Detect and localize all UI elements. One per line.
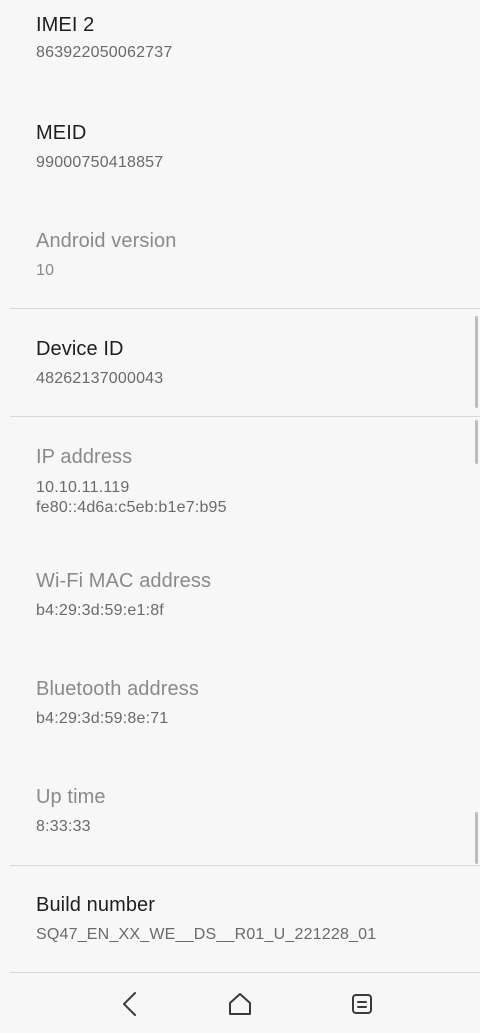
divider: [10, 308, 480, 309]
back-icon: [123, 992, 136, 1016]
item-value: 10: [36, 262, 55, 279]
item-value: 863922050062737: [36, 44, 173, 61]
list-item-meid[interactable]: MEID 99000750418857: [0, 120, 480, 173]
item-title: MEID: [36, 122, 87, 144]
item-title: Wi-Fi MAC address: [36, 570, 212, 592]
about-phone-screen: IMEI 2 863922050062737 MEID 990007504188…: [0, 0, 480, 1033]
list-item-ip-address[interactable]: IP address 10.10.11.119 fe80::4d6a:c5eb:…: [0, 444, 480, 518]
scrollbar-segment[interactable]: [475, 420, 478, 464]
item-title: Build number: [36, 894, 156, 916]
item-title: IP address: [36, 446, 133, 468]
item-value: SQ47_EN_XX_WE__DS__R01_U_221228_01: [36, 926, 377, 943]
item-title: Device ID: [36, 338, 124, 360]
navigation-bar: [0, 975, 480, 1033]
home-icon: [229, 993, 251, 1015]
item-value: b4:29:3d:59:e1:8f: [36, 602, 164, 619]
item-value: 10.10.11.119: [36, 479, 130, 496]
item-value: 48262137000043: [36, 370, 164, 387]
list-item-device-id[interactable]: Device ID 48262137000043: [0, 336, 480, 389]
scrollbar-segment[interactable]: [475, 812, 478, 864]
item-title: Bluetooth address: [36, 678, 199, 700]
item-title: Android version: [36, 230, 177, 252]
item-title: Up time: [36, 786, 106, 808]
item-title: IMEI 2: [36, 14, 95, 36]
list-item-imei2[interactable]: IMEI 2 863922050062737: [0, 12, 480, 63]
item-value-secondary: fe80::4d6a:c5eb:b1e7:b95: [36, 499, 227, 516]
divider: [10, 865, 480, 866]
list-item-wifi-mac[interactable]: Wi-Fi MAC address b4:29:3d:59:e1:8f: [0, 568, 480, 621]
home-button[interactable]: [200, 975, 280, 1033]
back-button[interactable]: [90, 975, 170, 1033]
list-item-android-version[interactable]: Android version 10: [0, 228, 480, 281]
item-value: 8:33:33: [36, 818, 91, 835]
list-item-build-number[interactable]: Build number SQ47_EN_XX_WE__DS__R01_U_22…: [0, 892, 480, 945]
item-value: b4:29:3d:59:8e:71: [36, 710, 169, 727]
scrollbar-segment[interactable]: [475, 316, 478, 408]
list-item-bluetooth-address[interactable]: Bluetooth address b4:29:3d:59:8e:71: [0, 676, 480, 729]
list-item-up-time[interactable]: Up time 8:33:33: [0, 784, 480, 837]
recents-icon: [352, 994, 372, 1014]
item-value: 99000750418857: [36, 154, 164, 171]
recents-button[interactable]: [322, 975, 402, 1033]
divider: [10, 972, 480, 973]
divider: [10, 416, 480, 417]
